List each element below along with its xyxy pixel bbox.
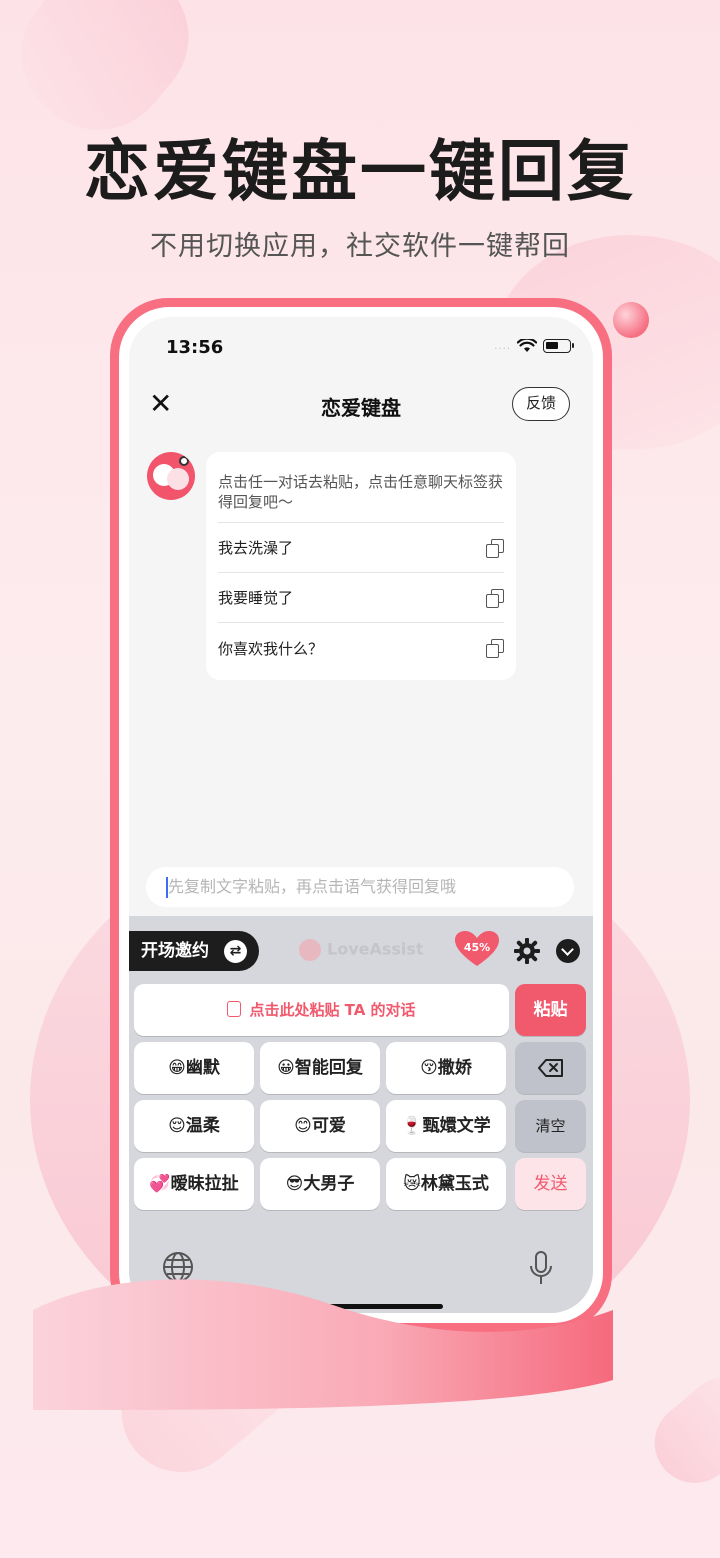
paste-prompt: 点击此处粘贴 TA 的对话 <box>249 1001 416 1019</box>
collapse-keyboard-button[interactable] <box>556 939 580 963</box>
promo-subline: 不用切换应用，社交软件一键帮回 <box>150 231 570 262</box>
tone-label: 幽默 <box>185 1058 220 1078</box>
wifi-icon <box>517 339 537 352</box>
swap-icon: ⇄ <box>224 940 247 963</box>
keyboard-toolbar: 开场邀约 ⇄ LoveAssist 45% <box>129 931 593 971</box>
brand-name: LoveAssist <box>327 939 424 959</box>
tone-emoji: 😌 <box>168 1116 186 1136</box>
paste-button[interactable]: 粘贴 <box>515 984 586 1036</box>
tone-label: 撒娇 <box>437 1058 472 1078</box>
copy-icon[interactable] <box>486 588 504 608</box>
status-bar: 13:56 .... <box>129 317 593 377</box>
tone-key-coquettish[interactable]: 😚撒娇 <box>386 1042 506 1094</box>
tone-label: 甄嬛文学 <box>422 1116 491 1136</box>
paste-area-button[interactable]: 点击此处粘贴 TA 的对话 <box>134 984 509 1036</box>
battery-icon <box>543 339 574 353</box>
suggestion-item[interactable]: 你喜欢我什么？ <box>218 623 504 673</box>
copy-icon[interactable] <box>486 639 504 658</box>
tone-key-daiyu[interactable]: 😿林黛玉式 <box>386 1158 506 1210</box>
phone-mockup: 13:56 .... ✕ 恋爱键盘 反馈 点击任一对话去粘贴，点击任意聊天标签获… <box>110 298 612 1332</box>
tone-label: 大男子 <box>303 1174 355 1194</box>
decor-ball <box>613 302 649 338</box>
nav-bar: ✕ 恋爱键盘 反馈 <box>129 377 593 437</box>
clipboard-icon <box>227 1001 242 1017</box>
tone-key-humor[interactable]: 😁幽默 <box>134 1042 254 1094</box>
clear-button[interactable]: 清空 <box>515 1100 586 1152</box>
input-placeholder: 先复制文字粘贴，再点击语气获得回复哦 <box>168 877 457 896</box>
custom-keyboard: 开场邀约 ⇄ LoveAssist 45% 点击此处粘贴 TA 的对话 粘贴 😁… <box>129 916 593 1313</box>
suggestion-text: 我要睡觉了 <box>218 589 294 607</box>
backspace-icon <box>538 1059 563 1077</box>
decor-wave <box>33 1279 613 1410</box>
suggestion-item[interactable]: 我要睡觉了 <box>218 573 504 623</box>
tone-label: 林黛玉式 <box>420 1174 489 1194</box>
chat-tip: 点击任一对话去粘贴，点击任意聊天标签获得回复吧～ <box>218 452 504 523</box>
tone-emoji: 😎 <box>285 1174 304 1194</box>
tone-emoji: 💞 <box>149 1174 171 1194</box>
tone-emoji: 😊 <box>294 1116 312 1136</box>
decor-stripe <box>638 1360 720 1500</box>
tone-emoji: 😀 <box>277 1058 295 1078</box>
mode-label: 开场邀约 <box>141 941 209 961</box>
send-button[interactable]: 发送 <box>515 1158 586 1210</box>
brand-logo: LoveAssist <box>299 939 424 961</box>
app-screen: 13:56 .... ✕ 恋爱键盘 反馈 点击任一对话去粘贴，点击任意聊天标签获… <box>129 317 593 1313</box>
tone-emoji: 😿 <box>403 1174 421 1194</box>
tone-key-smart-reply[interactable]: 😀智能回复 <box>260 1042 380 1094</box>
copy-icon[interactable] <box>486 538 504 558</box>
tone-key-macho[interactable]: 😎大男子 <box>260 1158 380 1210</box>
brand-mascot-icon <box>299 939 321 961</box>
tone-key-gentle[interactable]: 😌温柔 <box>134 1100 254 1152</box>
tone-label: 智能回复 <box>294 1058 363 1078</box>
gear-icon[interactable] <box>514 938 540 964</box>
tone-key-flirty[interactable]: 💞暧昧拉扯 <box>134 1158 254 1210</box>
text-caret <box>166 877 168 898</box>
message-input[interactable]: 先复制文字粘贴，再点击语气获得回复哦 <box>146 867 574 907</box>
promo-headline: 恋爱键盘一键回复 <box>84 133 636 210</box>
tone-label: 暧昧拉扯 <box>170 1174 239 1194</box>
signal-icon: .... <box>494 340 511 352</box>
suggestion-item[interactable]: 我去洗澡了 <box>218 523 504 573</box>
tone-key-cute[interactable]: 😊可爱 <box>260 1100 380 1152</box>
tone-emoji: 😚 <box>420 1058 438 1078</box>
mode-switch-button[interactable]: 开场邀约 ⇄ <box>129 931 259 971</box>
delete-button[interactable] <box>515 1042 586 1094</box>
tone-emoji: 😁 <box>168 1058 186 1078</box>
suggestion-bubble: 点击任一对话去粘贴，点击任意聊天标签获得回复吧～ 我去洗澡了 我要睡觉了 你喜欢… <box>206 452 516 680</box>
tone-emoji: 🍷 <box>401 1116 423 1136</box>
feedback-button[interactable]: 反馈 <box>512 387 570 421</box>
tone-label: 温柔 <box>185 1116 220 1136</box>
love-meter-value: 45% <box>463 941 491 954</box>
avatar <box>147 452 195 500</box>
tone-label: 可爱 <box>311 1116 346 1136</box>
status-time: 13:56 <box>166 337 224 358</box>
tone-key-zhenhuan[interactable]: 🍷甄嬛文学 <box>386 1100 506 1152</box>
suggestion-text: 我去洗澡了 <box>218 539 294 557</box>
suggestion-text: 你喜欢我什么？ <box>218 639 324 658</box>
